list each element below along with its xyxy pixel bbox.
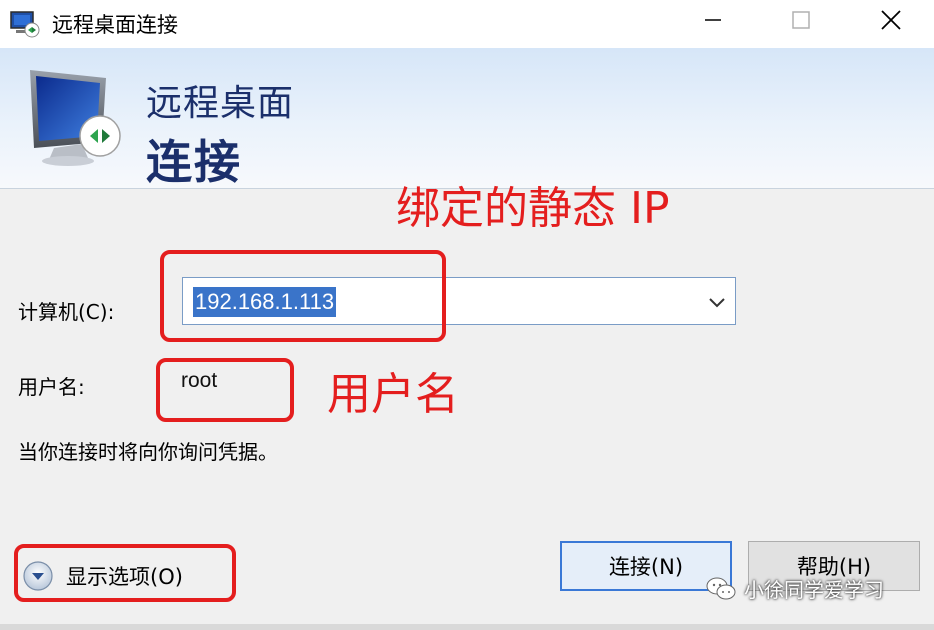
username-label: 用户名: <box>18 375 85 399</box>
remote-desktop-icon <box>10 11 40 38</box>
banner-title-line2: 连接 <box>146 135 242 189</box>
chevron-down-icon[interactable] <box>707 292 727 312</box>
header-banner: 远程桌面 连接 <box>0 48 934 189</box>
banner-title-line1: 远程桌面 <box>146 83 295 124</box>
annotation-username-box <box>156 358 294 422</box>
connect-label: 连接(N) <box>608 555 684 579</box>
annotation-static-ip: 绑定的静态 IP <box>396 183 670 234</box>
wechat-icon <box>706 577 736 599</box>
credentials-hint: 当你连接时将向你询问凭据。 <box>18 440 278 464</box>
annotation-ip-box <box>160 250 446 342</box>
computer-label: 计算机(C): <box>18 300 115 324</box>
window-bottom-edge <box>0 624 934 630</box>
watermark: 小徐同学爱学习 <box>706 574 884 603</box>
close-button[interactable] <box>846 0 934 40</box>
annotation-options-box <box>14 544 236 602</box>
monitor-icon <box>30 70 121 166</box>
annotation-username: 用户名 <box>327 369 459 420</box>
watermark-text: 小徐同学爱学习 <box>744 578 884 602</box>
minimize-button[interactable] <box>668 0 758 40</box>
window-title: 远程桌面连接 <box>52 13 178 37</box>
maximize-icon <box>792 11 810 29</box>
close-icon <box>881 10 901 30</box>
maximize-button[interactable] <box>756 0 846 40</box>
title-bar: 远程桌面连接 <box>0 0 934 48</box>
minimize-icon <box>705 19 721 21</box>
